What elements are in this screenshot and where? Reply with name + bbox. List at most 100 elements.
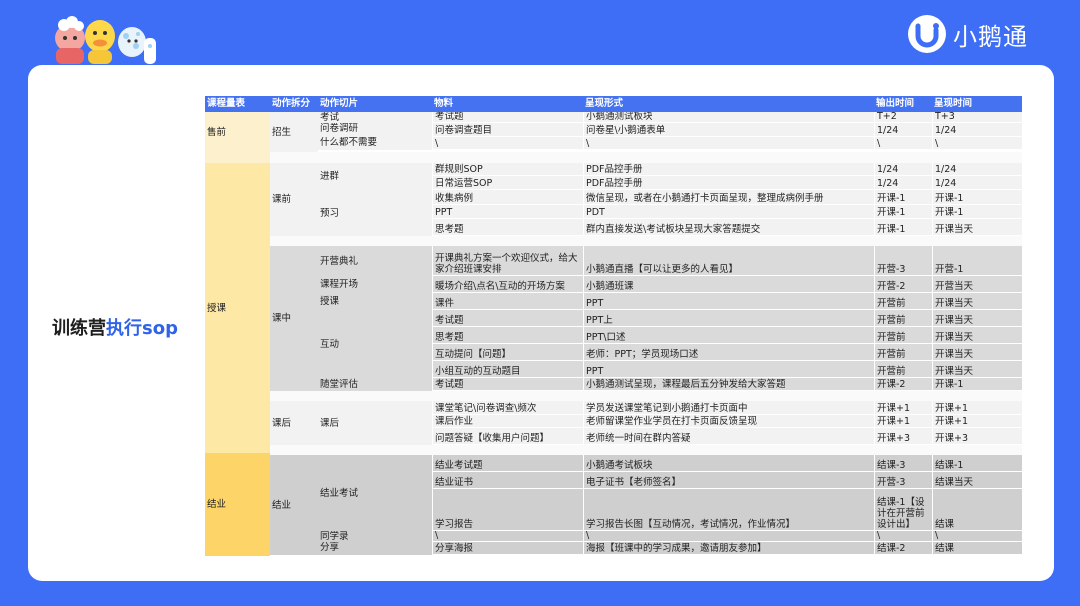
cell-out: 结课-1【设计在开营前设计出】 xyxy=(874,489,932,531)
cell-show: 开营-1 xyxy=(932,246,1022,276)
cell-out: 开课+3 xyxy=(874,428,932,445)
cell-show: \ xyxy=(932,531,1022,542)
cell-form: PDF品控手册 xyxy=(583,176,874,190)
cell-show: 开课+1 xyxy=(932,401,1022,415)
cell-out: 1/24 xyxy=(874,123,932,137)
cell-material: 问卷调查题目 xyxy=(432,123,583,137)
header-cell: 动作拆分 xyxy=(270,96,318,112)
header-cell: 输出时间 xyxy=(874,96,932,112)
cell-out: 开课-1 xyxy=(874,219,932,236)
page-title-highlight: 执行sop xyxy=(106,318,178,339)
cell-material: \ xyxy=(432,531,583,542)
cell-show: 开课+1 xyxy=(932,415,1022,428)
cell-show: 结课当天 xyxy=(932,472,1022,489)
cell-out: \ xyxy=(874,531,932,542)
slice-cell: 授课 xyxy=(318,293,432,310)
page-title-prefix: 训练营 xyxy=(52,318,106,339)
cell-show: 开课+3 xyxy=(932,428,1022,445)
cell-form: \ xyxy=(583,531,874,542)
cell-material: 暖场介绍\点名\互动的开场方案 xyxy=(432,276,583,293)
cell-form: 电子证书【老师签名】 xyxy=(583,472,874,489)
cell-show: 1/24 xyxy=(932,176,1022,190)
stage-cell: 结业 xyxy=(205,453,270,556)
cell-material: 结业考试题 xyxy=(432,455,583,472)
cell-material: 考试题 xyxy=(432,378,583,391)
header-cell: 呈现形式 xyxy=(583,96,874,112)
split-cell: 结业 xyxy=(270,455,318,555)
cell-form: 小鹅通测试板块 xyxy=(583,112,874,123)
cell-out: 开营前 xyxy=(874,361,932,378)
cell-show: 开课当天 xyxy=(932,310,1022,327)
sop-table: 课程量表 动作拆分 动作切片 物料 呈现形式 输出时间 呈现时间 售前 授课 结… xyxy=(205,96,1022,556)
slice-cell: 互动 xyxy=(318,310,432,378)
cell-show: 开课当天 xyxy=(932,219,1022,236)
cell-form: 学习报告长图【互动情况，考试情况，作业情况】 xyxy=(583,489,874,531)
cell-show: 开课-1 xyxy=(932,378,1022,391)
cell-form: 小鹅通直播【可以让更多的人看见】 xyxy=(583,246,874,276)
cell-show: \ xyxy=(932,137,1022,150)
cell-out: T+2 xyxy=(874,112,932,123)
cell-form: 海报【班课中的学习成果，邀请朋友参加】 xyxy=(583,542,874,555)
stage-spacer xyxy=(205,152,270,163)
cell-form: PDF品控手册 xyxy=(583,163,874,176)
slice-cell: 课后 xyxy=(318,401,432,445)
mascots-illustration xyxy=(50,12,162,66)
brand-logo: 小鹅通 xyxy=(907,14,1028,54)
slice-cell: 预习 xyxy=(318,190,432,236)
cell-out: 开课-1 xyxy=(874,190,932,205)
page-title: 训练营执行sop xyxy=(52,314,178,340)
cell-form: 问卷星\小鹅通表单 xyxy=(583,123,874,137)
cell-material: 课后作业 xyxy=(432,415,583,428)
cell-material: 考试题 xyxy=(432,310,583,327)
stage-cell: 授课 xyxy=(205,163,270,453)
cell-show: 结课-1 xyxy=(932,455,1022,472)
cell-show: 1/24 xyxy=(932,123,1022,137)
cell-material: 互动提问【问题】 xyxy=(432,344,583,361)
cell-out: 开课-2 xyxy=(874,378,932,391)
cell-material: 开课典礼方案一个欢迎仪式，给大家介绍班课安排 xyxy=(432,246,583,276)
split-cell: 课前 xyxy=(270,163,318,236)
cell-material: 思考题 xyxy=(432,219,583,236)
cell-form: 小鹅通测试呈现，课程最后五分钟发给大家答题 xyxy=(583,378,874,391)
cell-form: PDT xyxy=(583,205,874,219)
slice-cell: 问卷调研 xyxy=(318,123,432,137)
cell-material: 小组互动的互动题目 xyxy=(432,361,583,378)
slice-cell: 课程开场 xyxy=(318,276,432,293)
cell-show: T+3 xyxy=(932,112,1022,123)
cell-show: 开课-1 xyxy=(932,190,1022,205)
slice-cell: 进群 xyxy=(318,163,432,190)
cell-material: 结业证书 xyxy=(432,472,583,489)
cell-form: 老师统一时间在群内答疑 xyxy=(583,428,874,445)
header-cell: 呈现时间 xyxy=(932,96,1022,112)
cell-out: 开营前 xyxy=(874,327,932,344)
cell-out: 结课-2 xyxy=(874,542,932,555)
header-cell: 物料 xyxy=(432,96,583,112)
cell-form: PPT xyxy=(583,293,874,310)
cell-material: 学习报告 xyxy=(432,489,583,531)
cell-form: PPT\口述 xyxy=(583,327,874,344)
cell-out: 开营-2 xyxy=(874,276,932,293)
header-cell: 课程量表 xyxy=(205,96,270,112)
spacer-band xyxy=(270,445,1022,455)
spacer-band xyxy=(270,391,1022,401)
cell-form: PPT xyxy=(583,361,874,378)
cell-show: 开课当天 xyxy=(932,327,1022,344)
cell-form: 群内直接发送\考试板块呈现大家答题提交 xyxy=(583,219,874,236)
cell-material: 问题答疑【收集用户问题】 xyxy=(432,428,583,445)
cell-show: 开营当天 xyxy=(932,276,1022,293)
cell-material: 考试题 xyxy=(432,112,583,123)
slice-cell: 同学录 xyxy=(318,531,432,542)
cell-material: PPT xyxy=(432,205,583,219)
cell-show: 结课 xyxy=(932,542,1022,555)
cell-out: 结课-3 xyxy=(874,455,932,472)
cell-show: 结课 xyxy=(932,489,1022,531)
cell-out: 开营前 xyxy=(874,310,932,327)
split-cell: 课后 xyxy=(270,401,318,445)
cell-out: 开营-3 xyxy=(874,246,932,276)
cell-form: PPT上 xyxy=(583,310,874,327)
cell-out: 开课-1 xyxy=(874,205,932,219)
goose-logo-icon xyxy=(907,14,947,54)
cell-form: 小鹅通班课 xyxy=(583,276,874,293)
stage-cell: 售前 xyxy=(205,112,270,152)
cell-form: 老师留课堂作业学员在打卡页面反馈呈现 xyxy=(583,415,874,428)
